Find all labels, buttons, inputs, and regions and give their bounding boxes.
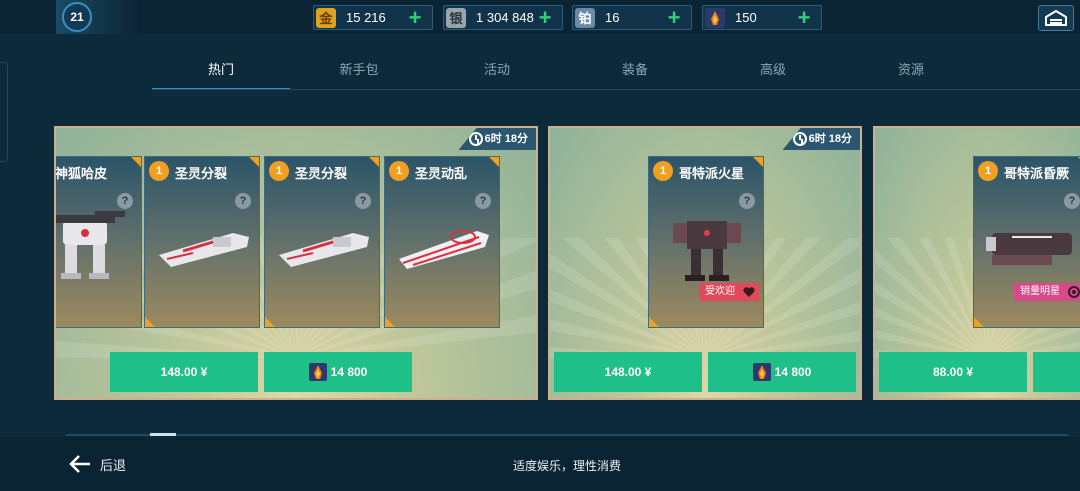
robot-skin-icon	[56, 211, 125, 279]
card-corner	[649, 317, 659, 327]
tab-resources[interactable]: 资源	[842, 52, 980, 90]
price-label: 88.00 ¥	[932, 365, 974, 379]
timer-text: 6时 18分	[808, 133, 852, 145]
offer-bundle[interactable]: 6时 18分 神狐哈皮 ? 1 圣灵分裂 ? 1 圣灵分裂 ? 1 圣灵动乱 ?…	[54, 126, 538, 400]
side-drawer-handle[interactable]	[0, 62, 8, 162]
timer-text: 6时 18分	[484, 133, 528, 145]
quantity-badge: 1	[269, 161, 289, 181]
buy-with-cash-button[interactable]: 88.00 ¥	[879, 352, 1027, 392]
buy-secondary-button[interactable]	[1033, 352, 1080, 392]
gold-value: 15 216	[346, 10, 386, 25]
offer-timer: 6时 18分	[458, 128, 536, 150]
add-gold-button[interactable]: +	[406, 6, 424, 28]
item-name: 神狐哈皮	[55, 166, 108, 181]
item-card[interactable]: 1 圣灵动乱 ?	[384, 156, 500, 328]
tab-premium[interactable]: 高级	[704, 52, 842, 90]
silver-value: 1 304 848	[476, 10, 534, 25]
hangar-icon	[1045, 10, 1067, 26]
price-label: 14 800	[774, 365, 812, 379]
card-corner	[489, 157, 499, 167]
gold-icon: 金	[316, 7, 336, 28]
tab-starter-packs[interactable]: 新手包	[290, 52, 428, 90]
tab-equipment[interactable]: 装备	[566, 52, 704, 90]
tabs-divider	[152, 89, 1080, 90]
key-token-icon	[308, 363, 327, 381]
quantity-badge: 1	[978, 161, 998, 181]
item-card[interactable]: 1 圣灵分裂 ?	[264, 156, 380, 328]
price-label: 14 800	[330, 365, 368, 379]
card-corner	[385, 317, 395, 327]
card-corner	[131, 157, 141, 167]
platinum-counter[interactable]: 铂 16 +	[572, 5, 692, 30]
clock-icon	[792, 132, 807, 146]
offer-bundle[interactable]: 1 哥特派昏厥 ? 销量明星 88.00 ¥	[873, 126, 1080, 400]
bestseller-tag: 销量明星	[1014, 283, 1080, 301]
item-name: 圣灵分裂	[175, 166, 228, 181]
player-level-badge[interactable]: 21	[62, 2, 92, 32]
offer-timer: 6时 18分	[782, 128, 860, 150]
add-key-token-button[interactable]: +	[795, 6, 813, 28]
buy-with-cash-button[interactable]: 148.00 ¥	[554, 352, 702, 392]
card-corner	[265, 317, 275, 327]
key-token-value: 150	[735, 10, 757, 25]
popular-tag: 受欢迎	[699, 283, 759, 301]
tab-hot[interactable]: 热门	[152, 52, 290, 90]
offer-bundle[interactable]: 6时 18分 1 哥特派火星 ? 受欢迎 148.00 ¥ 14 800	[548, 126, 862, 400]
key-token-counter[interactable]: 150 +	[702, 5, 822, 30]
key-token-icon	[752, 363, 771, 381]
buy-with-key-tokens-button[interactable]: 14 800	[708, 352, 856, 392]
gold-counter[interactable]: 金 15 216 +	[313, 5, 433, 30]
card-corner	[369, 157, 379, 167]
card-corner	[145, 317, 155, 327]
buy-with-cash-button[interactable]: 148.00 ¥	[110, 352, 258, 392]
item-name: 圣灵分裂	[295, 166, 348, 181]
item-card[interactable]: 1 哥特派火星 ? 受欢迎	[648, 156, 764, 328]
silver-icon: 银	[446, 7, 466, 28]
robot-icon	[673, 221, 741, 281]
price-label: 148.00 ¥	[160, 365, 208, 379]
hangar-button[interactable]	[1038, 5, 1074, 31]
star-badge-icon	[1068, 286, 1080, 298]
heart-icon	[743, 287, 755, 297]
quantity-badge: 1	[653, 161, 673, 181]
silver-counter[interactable]: 银 1 304 848 +	[443, 5, 563, 30]
weapon-skin-icon	[159, 233, 249, 267]
weapon-skin-icon	[399, 230, 489, 269]
quantity-badge: 1	[389, 161, 409, 181]
item-card[interactable]: 1 圣灵分裂 ?	[144, 156, 260, 328]
card-corner	[753, 157, 763, 167]
item-name: 哥特派火星	[679, 166, 745, 181]
platinum-value: 16	[605, 10, 620, 25]
tag-label: 受欢迎	[705, 286, 735, 297]
item-card[interactable]: 1 哥特派昏厥 ? 销量明星	[973, 156, 1080, 328]
add-platinum-button[interactable]: +	[665, 6, 683, 28]
tag-label: 销量明星	[1020, 286, 1060, 297]
buy-with-key-tokens-button[interactable]: 14 800	[264, 352, 412, 392]
price-label: 148.00 ¥	[604, 365, 652, 379]
category-tabs: 热门 新手包 活动 装备 高级 资源	[152, 52, 1052, 90]
healthy-gaming-notice: 适度娱乐，理性消费	[512, 459, 621, 473]
key-token-icon	[705, 7, 725, 28]
add-silver-button[interactable]: +	[536, 6, 554, 28]
clock-icon	[468, 132, 483, 146]
card-corner	[974, 317, 984, 327]
item-card[interactable]: 神狐哈皮 ?	[55, 156, 142, 328]
weapon-skin-icon	[279, 233, 369, 267]
item-name: 圣灵动乱	[415, 166, 468, 181]
platinum-icon: 铂	[575, 7, 595, 28]
scrollbar-thumb[interactable]	[150, 433, 176, 436]
quantity-badge: 1	[149, 161, 169, 181]
tab-events[interactable]: 活动	[428, 52, 566, 90]
card-corner	[249, 157, 259, 167]
weapon-icon	[986, 233, 1072, 265]
item-name: 哥特派昏厥	[1004, 166, 1070, 181]
horizontal-scrollbar[interactable]	[66, 434, 1068, 436]
